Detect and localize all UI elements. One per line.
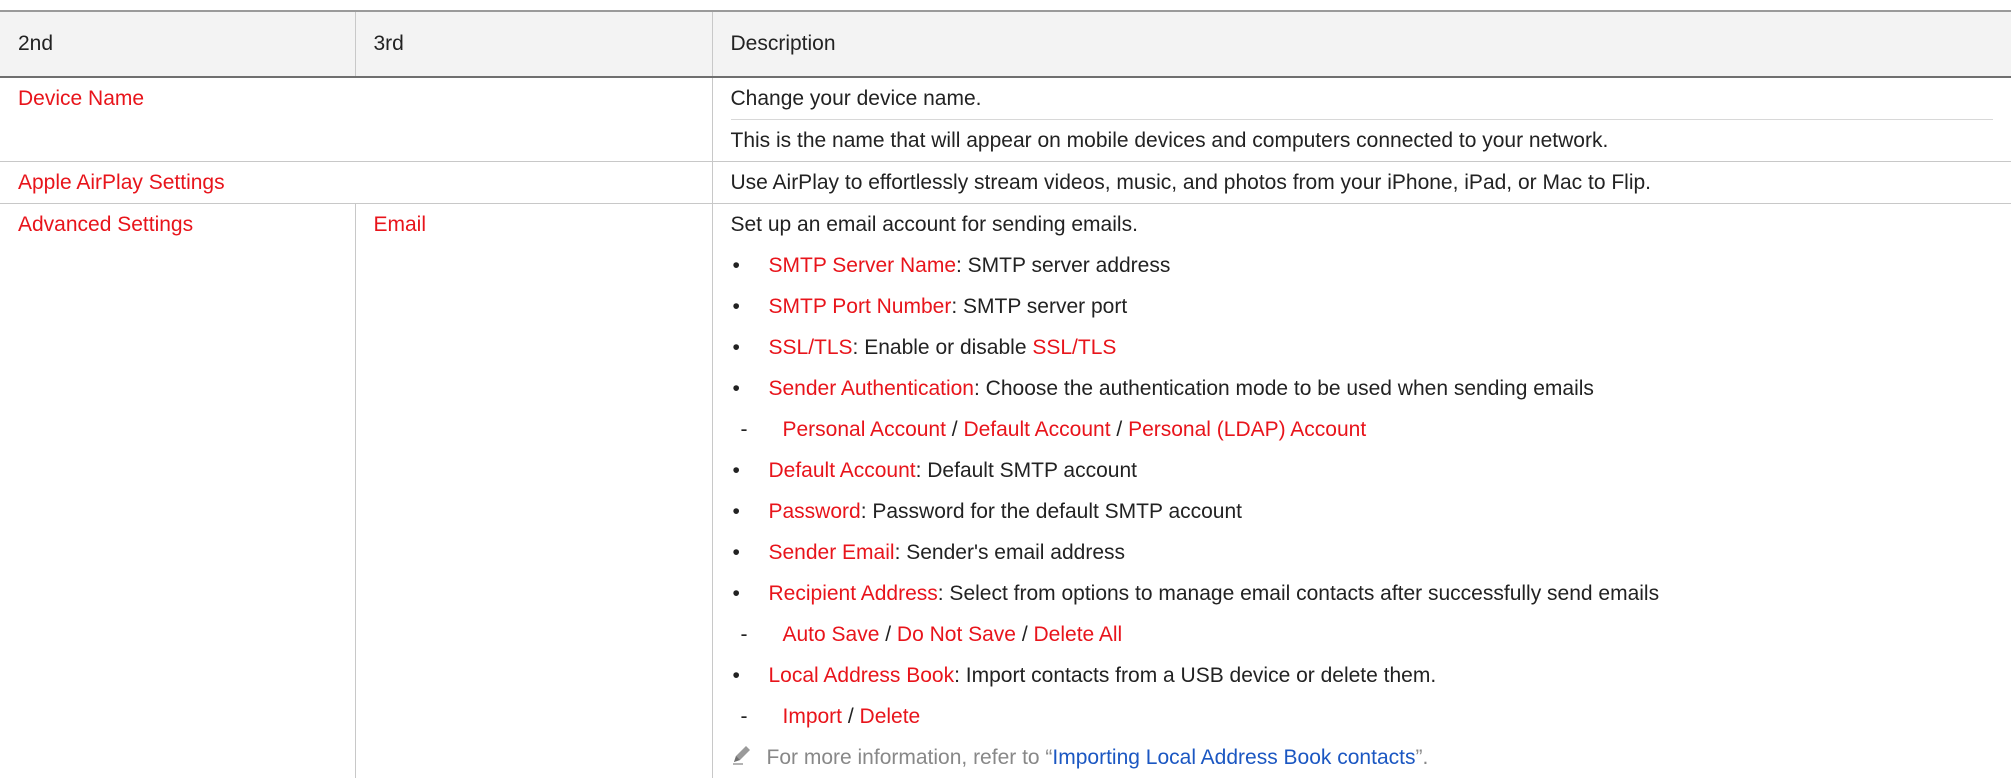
sub-item-recipient-options: - Auto Save / Do Not Save / Delete All — [731, 614, 1994, 655]
note-prefix: For more information, refer to “ — [766, 746, 1053, 769]
dash-marker: - — [740, 623, 748, 646]
dash-marker: - — [740, 705, 748, 728]
sep: / — [1015, 623, 1034, 646]
sub-item-auth-options: - Personal Account / Default Account / Pe… — [731, 409, 1994, 450]
term-auth: Sender Authentication — [768, 377, 975, 400]
email-label-cell: Email — [355, 203, 713, 778]
spec-table-page: 2nd 3rd Description Device Name Change y… — [0, 0, 2011, 778]
text-smtp-name: : SMTP server address — [956, 254, 1171, 277]
auth-opt-personal: Personal Account — [782, 418, 946, 441]
sep: / — [945, 418, 964, 441]
text-recipient: : Select from options to manage email co… — [937, 582, 1660, 605]
header-3rd: 3rd — [355, 10, 713, 78]
bullet-icon: • — [732, 582, 740, 605]
term-local-book: Local Address Book — [768, 664, 955, 687]
bullet-icon: • — [732, 664, 740, 687]
term-sender-email: Sender Email — [768, 541, 895, 564]
device-name-label: Device Name — [18, 87, 145, 110]
settings-table: 2nd 3rd Description Device Name Change y… — [0, 10, 2011, 778]
list-item-ssl: • SSL/TLS: Enable or disable SSL/TLS — [731, 327, 1994, 368]
list-item-recipient: • Recipient Address: Select from options … — [731, 573, 1994, 614]
sep: / — [1110, 418, 1129, 441]
email-intro: Set up an email account for sending emai… — [730, 213, 1138, 236]
device-name-desc-1: Change your device name. — [730, 87, 982, 110]
airplay-label-cell: Apple AirPlay Settings — [0, 161, 713, 204]
list-item-password: • Password: Password for the default SMTP… — [731, 491, 1994, 532]
term-recipient: Recipient Address — [768, 582, 938, 605]
recipient-opt-delete-all: Delete All — [1033, 623, 1123, 646]
list-item-smtp-name: • SMTP Server Name: SMTP server address — [731, 245, 1994, 286]
local-opt-delete: Delete — [859, 705, 921, 728]
text-password: : Password for the default SMTP account — [860, 500, 1243, 523]
text-default-account: : Default SMTP account — [915, 459, 1137, 482]
bullet-icon: • — [732, 377, 740, 400]
note-suffix: ”. — [1415, 746, 1429, 769]
sep: / — [879, 623, 897, 646]
text-smtp-port: : SMTP server port — [951, 295, 1128, 318]
airplay-desc-cell: Use AirPlay to effortlessly stream video… — [712, 161, 2011, 204]
recipient-opt-auto-save: Auto Save — [782, 623, 880, 646]
advanced-label-cell: Advanced Settings — [0, 203, 356, 778]
list-item-auth: • Sender Authentication: Choose the authe… — [731, 368, 1994, 409]
term-password: Password — [768, 500, 861, 523]
local-opt-import: Import — [782, 705, 843, 728]
term-ssl: SSL/TLS — [768, 336, 853, 359]
bullet-icon: • — [732, 336, 740, 359]
term-smtp-port: SMTP Port Number — [768, 295, 952, 318]
device-name-desc-cell: Change your device name. This is the nam… — [712, 77, 2011, 162]
pencil-icon — [731, 738, 767, 779]
table-row-device-name: Device Name Change your device name. Thi… — [0, 77, 2011, 162]
term-smtp-name: SMTP Server Name — [768, 254, 957, 277]
text-local-book: : Import contacts from a USB device or d… — [954, 664, 1437, 687]
list-item-smtp-port: • SMTP Port Number: SMTP server port — [731, 286, 1994, 327]
bullet-icon: • — [732, 500, 740, 523]
bullet-icon: • — [732, 459, 740, 482]
airplay-label: Apple AirPlay Settings — [18, 171, 225, 194]
device-name-desc-2: This is the name that will appear on mob… — [730, 119, 1993, 161]
list-item-default-account: • Default Account: Default SMTP account — [731, 450, 1994, 491]
term-ssl-2: SSL/TLS — [1032, 336, 1117, 359]
bullet-icon: • — [732, 541, 740, 564]
email-label: Email — [373, 213, 427, 236]
text-sender-email: : Sender's email address — [894, 541, 1126, 564]
advanced-label: Advanced Settings — [18, 213, 194, 236]
table-row-airplay: Apple AirPlay Settings Use AirPlay to ef… — [0, 161, 2011, 204]
table-row-advanced: Advanced Settings Email Set up an email … — [0, 203, 2011, 779]
header-2nd: 2nd — [0, 10, 356, 78]
email-desc-cell: Set up an email account for sending emai… — [712, 204, 2011, 779]
auth-opt-default: Default Account — [963, 418, 1111, 441]
term-default-account: Default Account — [768, 459, 916, 482]
bullet-icon: • — [732, 254, 740, 277]
airplay-desc: Use AirPlay to effortlessly stream video… — [730, 171, 1652, 194]
recipient-opt-do-not-save: Do Not Save — [896, 623, 1016, 646]
sub-item-local-options: - Import / Delete — [731, 696, 1994, 737]
list-item-local-book: • Local Address Book: Import contacts fro… — [731, 655, 1994, 696]
bullet-icon: • — [732, 295, 740, 318]
text-ssl: : Enable or disable — [852, 336, 1033, 359]
device-name-label-cell: Device Name — [0, 77, 713, 162]
dash-marker: - — [740, 418, 748, 441]
list-item-sender-email: • Sender Email: Sender's email address — [731, 532, 1994, 573]
table-header-row: 2nd 3rd Description — [0, 10, 2011, 78]
text-auth: : Choose the authentication mode to be u… — [974, 377, 1594, 400]
note-link[interactable]: Importing Local Address Book contacts — [1052, 746, 1415, 769]
header-description: Description — [712, 10, 2011, 78]
auth-opt-ldap: Personal (LDAP) Account — [1128, 418, 1367, 441]
sep: / — [842, 705, 860, 728]
